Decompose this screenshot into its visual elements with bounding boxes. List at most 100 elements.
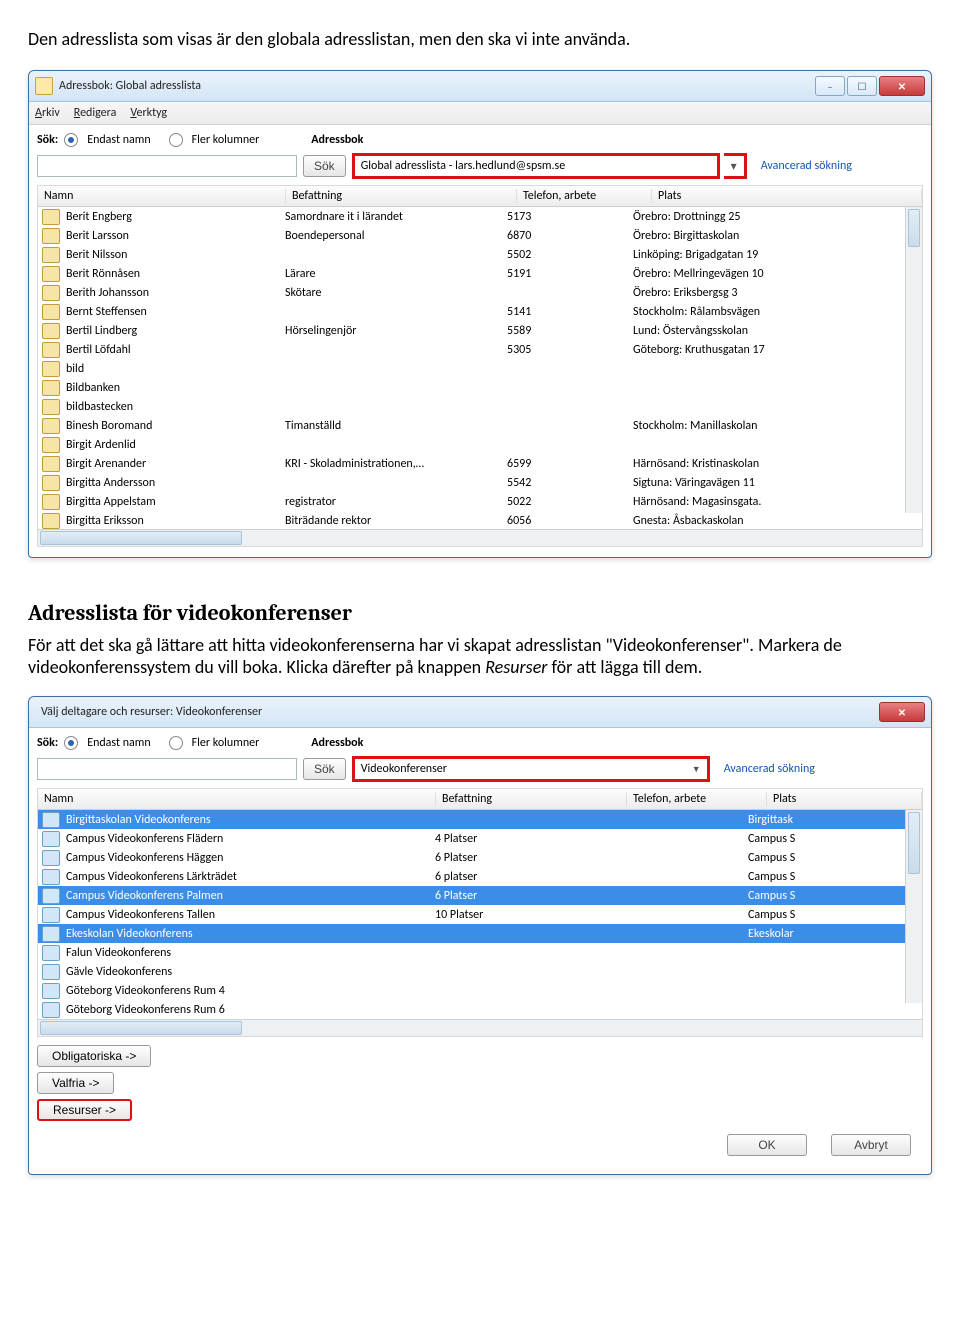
table-row[interactable]: Gävle Videokonferens: [38, 962, 922, 981]
table-row[interactable]: Falun Videokonferens: [38, 943, 922, 962]
contact-icon: [42, 494, 60, 510]
search-input[interactable]: [37, 155, 297, 177]
sok-label: Sök:: [37, 736, 58, 750]
radio-fler-kolumner[interactable]: [169, 736, 183, 750]
resource-icon: [42, 812, 60, 828]
addressbook-dropdown[interactable]: Videokonferenser▼: [352, 756, 710, 782]
cell-name: Bertil Löfdahl: [64, 343, 283, 357]
resurser-button[interactable]: Resurser ->: [37, 1099, 132, 1121]
table-row[interactable]: Birgit Arenander KRI - Skoladministratio…: [38, 454, 922, 473]
adressbok-label: Adressbok: [311, 133, 363, 147]
table-row[interactable]: Campus Videokonferens Häggen 6 Platser C…: [38, 848, 922, 867]
col-plats[interactable]: Plats: [767, 792, 922, 806]
table-row[interactable]: Birgit Ardenlid: [38, 435, 922, 454]
cell-plats: Gnesta: Åsbackaskolan: [631, 514, 922, 528]
radio-endast-namn[interactable]: [64, 133, 78, 147]
col-telefon[interactable]: Telefon, arbete: [627, 792, 767, 806]
cell-plats: Linköping: Brigadgatan 19: [631, 248, 922, 262]
table-row[interactable]: Birgitta Appelstam registrator 5022 Härn…: [38, 492, 922, 511]
menu-redigera[interactable]: Redigera: [74, 106, 117, 120]
contact-icon: [42, 323, 60, 339]
sok-button[interactable]: Sök: [303, 155, 346, 177]
col-namn[interactable]: Namn: [38, 792, 436, 806]
table-row[interactable]: Berit Engberg Samordnare it i lärandet 5…: [38, 207, 922, 226]
cell-name: Birgit Arenander: [64, 457, 283, 471]
col-namn[interactable]: Namn: [38, 189, 286, 203]
col-telefon[interactable]: Telefon, arbete: [517, 189, 652, 203]
table-row[interactable]: Berit Larsson Boendepersonal 6870 Örebro…: [38, 226, 922, 245]
cell-befattning: Boendepersonal: [283, 229, 505, 243]
table-row[interactable]: Göteborg Videokonferens Rum 6: [38, 1000, 922, 1019]
col-plats[interactable]: Plats: [652, 189, 922, 203]
table-row[interactable]: Ekeskolan Videokonferens Ekeskolar: [38, 924, 922, 943]
cell-name: Ekeskolan Videokonferens: [64, 927, 433, 941]
sok-button[interactable]: Sök: [303, 758, 346, 780]
resource-icon: [42, 983, 60, 999]
vertical-scrollbar[interactable]: [905, 810, 922, 1003]
contact-icon: [42, 266, 60, 282]
cell-name: Birgitta Eriksson: [64, 514, 283, 528]
advanced-search-link[interactable]: Avancerad sökning: [724, 762, 815, 776]
cell-name: Bertil Lindberg: [64, 324, 283, 338]
horizontal-scrollbar[interactable]: [38, 1019, 922, 1036]
cell-name: Göteborg Videokonferens Rum 4: [64, 984, 433, 998]
cell-befattning: Lärare: [283, 267, 505, 281]
maximize-button[interactable]: ☐: [847, 76, 877, 96]
col-befattning[interactable]: Befattning: [436, 792, 627, 806]
table-row[interactable]: Birgittaskolan Videokonferens Birgittask: [38, 810, 922, 829]
addressbook-dropdown[interactable]: Global adresslista - lars.hedlund@spsm.s…: [352, 153, 720, 179]
advanced-search-link[interactable]: Avancerad sökning: [761, 159, 852, 173]
col-befattning[interactable]: Befattning: [286, 189, 517, 203]
cell-befattning: 6 Platser: [433, 889, 615, 903]
vertical-scrollbar[interactable]: [905, 207, 922, 513]
table-row[interactable]: Birgitta Andersson 5542 Sigtuna: Väringa…: [38, 473, 922, 492]
intro-text: Den adresslista som visas är den globala…: [28, 28, 932, 50]
cell-plats: Lund: Östervångsskolan: [631, 324, 922, 338]
contact-icon: [42, 228, 60, 244]
valfria-button[interactable]: Valfria ->: [37, 1072, 114, 1094]
radio-fler-kolumner[interactable]: [169, 133, 183, 147]
radio-label-fler: Fler kolumner: [192, 736, 260, 750]
table-row[interactable]: Campus Videokonferens Flädern 4 Platser …: [38, 829, 922, 848]
dropdown-caret-icon[interactable]: ▾: [724, 153, 747, 179]
cell-befattning: KRI - Skoladministrationen,…: [283, 457, 505, 471]
table-row[interactable]: Campus Videokonferens Tallen 10 Platser …: [38, 905, 922, 924]
titlebar[interactable]: Adressbok: Global adresslista – ☐ ✕: [29, 71, 931, 102]
table-row[interactable]: Bertil Lindberg Hörselingenjör 5589 Lund…: [38, 321, 922, 340]
horizontal-scrollbar[interactable]: [38, 529, 922, 546]
close-button[interactable]: ✕: [879, 702, 925, 722]
avbryt-button[interactable]: Avbryt: [831, 1134, 911, 1156]
ok-button[interactable]: OK: [727, 1134, 807, 1156]
cell-plats: Stockholm: Rålambsvägen: [631, 305, 922, 319]
table-row[interactable]: Campus Videokonferens Palmen 6 Platser C…: [38, 886, 922, 905]
table-row[interactable]: bild: [38, 359, 922, 378]
table-row[interactable]: Berith Johansson Skötare Örebro: Eriksbe…: [38, 283, 922, 302]
obligatoriska-button[interactable]: Obligatoriska ->: [37, 1045, 151, 1067]
contact-icon: [42, 304, 60, 320]
table-row[interactable]: Birgitta Eriksson Biträdande rektor 6056…: [38, 511, 922, 529]
table-row[interactable]: bildbastecken: [38, 397, 922, 416]
table-row[interactable]: Binesh Boromand Timanställd Stockholm: M…: [38, 416, 922, 435]
minimize-button[interactable]: –: [815, 76, 845, 96]
close-button[interactable]: ✕: [879, 76, 925, 96]
table-row[interactable]: Bertil Löfdahl 5305 Göteborg: Kruthusgat…: [38, 340, 922, 359]
cell-name: Birgittaskolan Videokonferens: [64, 813, 433, 827]
table-row[interactable]: Berit Nilsson 5502 Linköping: Brigadgata…: [38, 245, 922, 264]
menu-verktyg[interactable]: Verktyg: [130, 106, 167, 120]
table-row[interactable]: Bildbanken: [38, 378, 922, 397]
cell-name: Berit Engberg: [64, 210, 283, 224]
cell-befattning: 10 Platser: [433, 908, 615, 922]
table-row[interactable]: Bernt Steffensen 5141 Stockholm: Rålambs…: [38, 302, 922, 321]
table-header[interactable]: Namn Befattning Telefon, arbete Plats: [38, 186, 922, 207]
radio-endast-namn[interactable]: [64, 736, 78, 750]
cell-name: bild: [64, 362, 283, 376]
table-row[interactable]: Berit Rönnåsen Lärare 5191 Örebro: Mellr…: [38, 264, 922, 283]
table-header[interactable]: Namn Befattning Telefon, arbete Plats: [38, 789, 922, 810]
table-body: Birgittaskolan Videokonferens Birgittask…: [38, 810, 922, 1019]
search-input[interactable]: [37, 758, 297, 780]
titlebar[interactable]: Välj deltagare och resurser: Videokonfer…: [29, 697, 931, 728]
table-row[interactable]: Campus Videokonferens Lärkträdet 6 plats…: [38, 867, 922, 886]
menu-arkiv[interactable]: Arkiv: [35, 106, 60, 120]
cell-befattning: Samordnare it i lärandet: [283, 210, 505, 224]
table-row[interactable]: Göteborg Videokonferens Rum 4: [38, 981, 922, 1000]
